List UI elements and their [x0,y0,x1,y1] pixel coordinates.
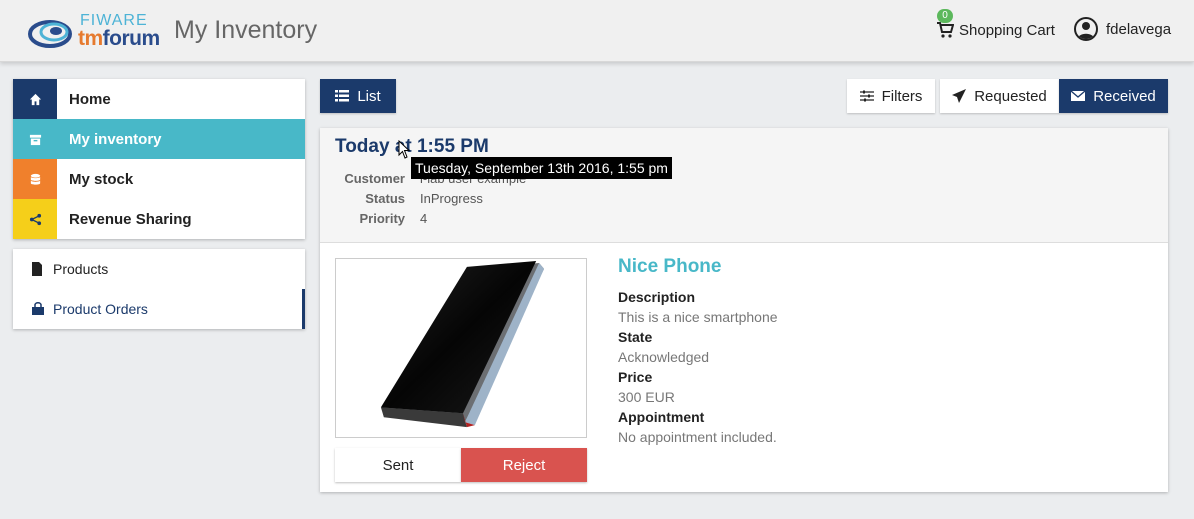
list-label: List [357,87,381,105]
sidebar-item-label: Product Orders [53,301,148,317]
username: fdelavega [1106,20,1172,38]
cart-label: Shopping Cart [959,21,1055,39]
mouse-cursor-icon [398,140,411,159]
appointment-label: Appointment [618,409,705,425]
sidebar-item-revenue-sharing[interactable]: Revenue Sharing [13,199,305,239]
top-header: FIWARE tmforum My Inventory 0 Shopping C… [0,0,1194,62]
cart-icon [937,22,954,38]
received-label: Received [1093,87,1156,105]
received-tab[interactable]: Received [1059,79,1168,113]
meta-value: 4 [420,210,428,226]
list-icon [335,90,350,102]
smartphone-image [380,260,545,428]
sliders-icon [859,90,874,102]
meta-key: Status [365,190,405,206]
share-icon [13,199,57,239]
order-card: Today at 1:55 PM Customer i-lab user exa… [320,128,1168,492]
product-image [335,258,587,438]
product-details: Description This is a nice smartphone St… [618,287,778,447]
meta-key: Priority [359,210,405,226]
sidebar-item-product-orders[interactable]: Product Orders [13,289,305,329]
sent-button[interactable]: Sent [335,448,461,482]
meta-row-status: Status InProgress [320,188,526,208]
sidebar-item-label: Products [53,261,109,277]
logo-tmforum-text: tmforum [78,27,160,51]
state-value: Acknowledged [618,349,710,365]
logo-tm: tm [78,27,103,50]
state-label: State [618,329,653,345]
sidebar-item-label: Revenue Sharing [69,210,192,228]
meta-value: InProgress [420,190,483,206]
sidebar-item-products[interactable]: Products [13,249,305,289]
order-header: Today at 1:55 PM Customer i-lab user exa… [320,128,1168,243]
date-tooltip: Tuesday, September 13th 2016, 1:55 pm [411,157,672,179]
reject-button[interactable]: Reject [461,448,587,482]
user-menu[interactable]: fdelavega [1074,17,1171,41]
description-value: This is a nice smartphone [618,309,778,325]
filters-button[interactable]: Filters [847,79,935,113]
sidebar-item-my-inventory[interactable]: My inventory [13,119,305,159]
database-icon [13,159,57,199]
archive-icon [13,119,57,159]
user-avatar-icon [1074,17,1098,41]
product-name[interactable]: Nice Phone [618,256,721,278]
sidebar-menu: Home My inventory My stock Revenue Shari… [13,79,305,239]
requested-label: Requested [974,87,1047,105]
shopping-bag-icon [31,302,45,316]
home-icon [13,79,57,119]
meta-row-priority: Priority 4 [320,208,526,228]
sidebar-item-label: My stock [69,170,134,188]
appointment-value: No appointment included. [618,429,777,445]
description-label: Description [618,289,696,305]
logo-swirl-icon [28,20,72,48]
fiware-tmforum-logo[interactable]: FIWARE tmforum [28,10,168,52]
logo-forum: forum [102,27,161,50]
requested-tab[interactable]: Requested [940,79,1059,113]
file-icon [31,262,45,276]
sidebar-item-home[interactable]: Home [13,79,305,119]
price-label: Price [618,369,653,385]
sidebar-item-label: My inventory [69,130,162,148]
envelope-icon [1071,90,1086,101]
meta-key: Customer [344,170,405,186]
sidebar-item-label: Home [69,90,111,108]
sidebar-item-my-stock[interactable]: My stock [13,159,305,199]
sidebar-submenu: Products Product Orders [13,249,305,329]
paper-plane-icon [952,89,967,103]
price-value: 300 EUR [618,389,675,405]
filters-label: Filters [881,87,923,105]
cart-count-badge: 0 [937,9,953,23]
list-view-button[interactable]: List [320,79,396,113]
shopping-cart-link[interactable]: 0 Shopping Cart [936,9,1055,41]
page-title: My Inventory [174,16,318,44]
